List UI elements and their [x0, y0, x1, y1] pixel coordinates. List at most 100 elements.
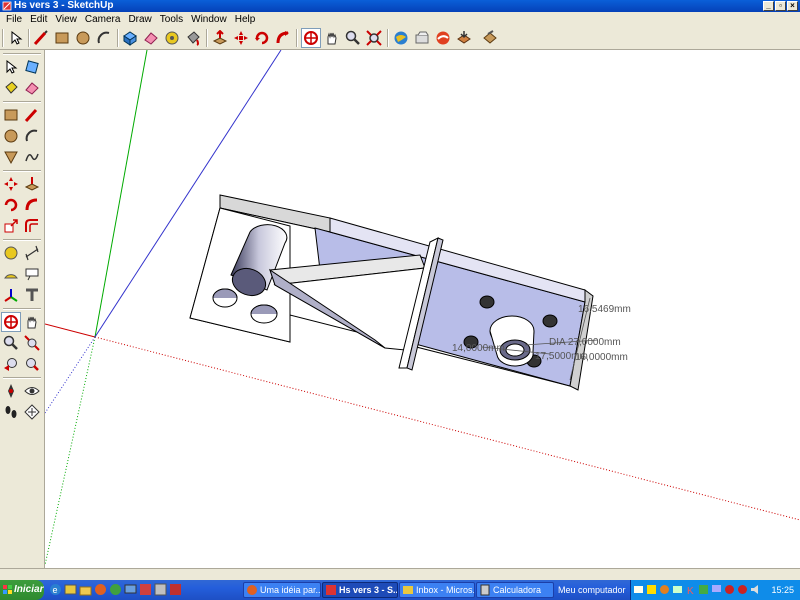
- internet-explorer-icon[interactable]: e: [49, 583, 62, 596]
- menu-edit[interactable]: Edit: [26, 14, 51, 25]
- model-viewport[interactable]: 16,5469mm DIA 27,0000mm 14,0000mm 17,500…: [45, 50, 800, 568]
- components-icon[interactable]: [454, 28, 474, 48]
- menu-view[interactable]: View: [51, 14, 81, 25]
- polygon-icon[interactable]: [1, 147, 21, 167]
- rectangle-icon[interactable]: [1, 105, 21, 125]
- desktop-icon[interactable]: [124, 583, 137, 596]
- app-tray-icon[interactable]: [698, 584, 709, 595]
- volume-tray-icon[interactable]: [750, 584, 761, 595]
- orbit-icon[interactable]: [301, 28, 321, 48]
- look-around-icon[interactable]: [22, 381, 42, 401]
- dim-length-label[interactable]: 14,0000mm: [452, 343, 505, 354]
- my-computer-label[interactable]: Meu computador: [558, 580, 630, 600]
- pencil-line-icon[interactable]: [31, 28, 51, 48]
- eraser-icon[interactable]: [141, 28, 161, 48]
- walk-icon[interactable]: [1, 402, 21, 422]
- media-player-icon[interactable]: [109, 583, 122, 596]
- menu-draw[interactable]: Draw: [124, 14, 155, 25]
- move-icon[interactable]: [1, 174, 21, 194]
- dimension-icon[interactable]: [22, 243, 42, 263]
- start-button[interactable]: Iniciar: [0, 580, 44, 600]
- tape-measure-icon[interactable]: [162, 28, 182, 48]
- close-button[interactable]: ×: [787, 1, 798, 11]
- red-tray-icon[interactable]: [724, 584, 735, 595]
- dim-height-label[interactable]: 16,5469mm: [578, 304, 631, 315]
- rectangle-icon[interactable]: [52, 28, 72, 48]
- scale-icon[interactable]: [1, 216, 21, 236]
- axes-icon[interactable]: [1, 285, 21, 305]
- app-icon-3[interactable]: [169, 583, 182, 596]
- select-icon[interactable]: [6, 28, 26, 48]
- menu-help[interactable]: Help: [231, 14, 260, 25]
- zoom-extents-icon[interactable]: [22, 354, 42, 374]
- paint-bucket-icon[interactable]: [183, 28, 203, 48]
- menu-camera[interactable]: Camera: [81, 14, 125, 25]
- make-component-icon[interactable]: [22, 57, 42, 77]
- start-label: Iniciar: [14, 584, 44, 595]
- task-calculadora[interactable]: Calculadora: [476, 582, 554, 598]
- calculator-icon: [480, 584, 490, 596]
- protractor-icon[interactable]: [1, 264, 21, 284]
- network-tray-icon[interactable]: [672, 584, 683, 595]
- follow-me-icon[interactable]: [22, 195, 42, 215]
- antivirus-tray-icon[interactable]: [659, 584, 670, 595]
- zoom-window-icon[interactable]: [22, 333, 42, 353]
- security-tray-icon[interactable]: [646, 584, 657, 595]
- offset-icon[interactable]: [22, 216, 42, 236]
- minimize-button[interactable]: _: [763, 1, 774, 11]
- arc-icon[interactable]: [94, 28, 114, 48]
- previous-view-icon[interactable]: [1, 354, 21, 374]
- pan-icon[interactable]: [322, 28, 342, 48]
- circle-icon[interactable]: [73, 28, 93, 48]
- model-info-icon[interactable]: [480, 28, 500, 48]
- menu-tools[interactable]: Tools: [156, 14, 187, 25]
- task-inbox[interactable]: Inbox - Micros...: [399, 582, 475, 598]
- zoom-icon[interactable]: [343, 28, 363, 48]
- freehand-icon[interactable]: [22, 147, 42, 167]
- move-icon[interactable]: [231, 28, 251, 48]
- push-pull-icon[interactable]: [22, 174, 42, 194]
- app-icon[interactable]: [139, 583, 152, 596]
- task-uma-ideia[interactable]: Uma idéia par...: [243, 582, 321, 598]
- mail-tray-icon[interactable]: [633, 584, 644, 595]
- k-tray-icon[interactable]: K: [685, 584, 696, 595]
- rotate-icon[interactable]: [252, 28, 272, 48]
- restore-button[interactable]: ▫: [775, 1, 786, 11]
- 3d-text-icon[interactable]: [22, 285, 42, 305]
- app-icon-2[interactable]: [154, 583, 167, 596]
- menu-window[interactable]: Window: [187, 14, 231, 25]
- orbit-icon[interactable]: [1, 312, 21, 332]
- tape-measure-icon[interactable]: [1, 243, 21, 263]
- pan-icon[interactable]: [22, 312, 42, 332]
- folder-icon[interactable]: [79, 583, 92, 596]
- push-pull-icon[interactable]: [210, 28, 230, 48]
- line-icon[interactable]: [22, 105, 42, 125]
- rotate-icon[interactable]: [1, 195, 21, 215]
- follow-me-icon[interactable]: [273, 28, 293, 48]
- eraser-icon[interactable]: [22, 78, 42, 98]
- red-tray-icon-2[interactable]: [737, 584, 748, 595]
- taskbar: Iniciar e Uma idéia par... Hs vers 3 - S…: [0, 580, 800, 600]
- zoom-icon[interactable]: [1, 333, 21, 353]
- share-model-icon[interactable]: [412, 28, 432, 48]
- menu-file[interactable]: File: [2, 14, 26, 25]
- arc-icon[interactable]: [22, 126, 42, 146]
- select-icon[interactable]: [1, 57, 21, 77]
- google-earth-icon[interactable]: [433, 28, 453, 48]
- zoom-extents-icon[interactable]: [364, 28, 384, 48]
- section-plane-icon[interactable]: [22, 402, 42, 422]
- task-sketchup[interactable]: Hs vers 3 - S...: [322, 582, 398, 598]
- firefox-icon[interactable]: [94, 583, 107, 596]
- paint-bucket-icon[interactable]: [1, 78, 21, 98]
- main-toolbar: [0, 26, 800, 50]
- get-models-icon[interactable]: [391, 28, 411, 48]
- position-camera-icon[interactable]: [1, 381, 21, 401]
- monitor-tray-icon[interactable]: [711, 584, 722, 595]
- text-icon[interactable]: [22, 264, 42, 284]
- dim-diameter-label[interactable]: DIA 27,0000mm: [549, 337, 621, 348]
- menu-bar: File Edit View Camera Draw Tools Window …: [0, 12, 800, 26]
- circle-icon[interactable]: [1, 126, 21, 146]
- outlook-icon[interactable]: [64, 583, 77, 596]
- make-component-icon[interactable]: [120, 28, 140, 48]
- dim-width-label[interactable]: 16,0000mm: [575, 352, 628, 363]
